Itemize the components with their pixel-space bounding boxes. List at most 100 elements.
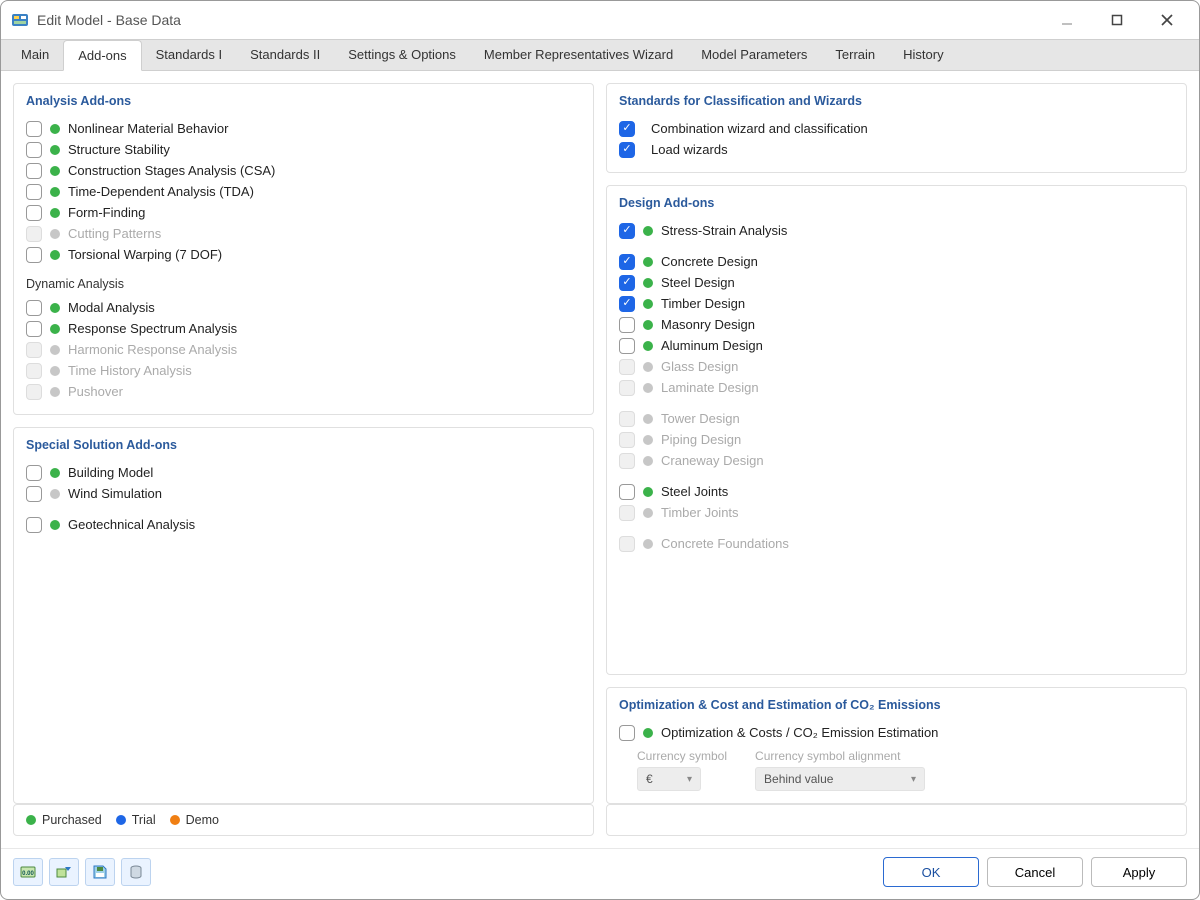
checkbox-building[interactable] bbox=[26, 465, 42, 481]
dialog-title: Edit Model - Base Data bbox=[37, 12, 1051, 28]
status-dot-icon bbox=[643, 414, 653, 424]
status-dot-icon bbox=[50, 324, 60, 334]
tabstrip: Main Add-ons Standards I Standards II Se… bbox=[1, 39, 1199, 71]
checkbox-nonlinear[interactable] bbox=[26, 121, 42, 137]
tab-history[interactable]: History bbox=[889, 40, 957, 70]
checkbox-wind[interactable] bbox=[26, 486, 42, 502]
panel-header-analysis: Analysis Add-ons bbox=[26, 94, 581, 108]
panel-optimization-cost: Optimization & Cost and Estimation of CO… bbox=[606, 687, 1187, 804]
opt-nonlinear-material: Nonlinear Material Behavior bbox=[26, 118, 581, 139]
checkbox-steel[interactable] bbox=[619, 275, 635, 291]
app-icon bbox=[11, 11, 29, 29]
legend-label: Trial bbox=[132, 813, 156, 827]
tab-standards-2[interactable]: Standards II bbox=[236, 40, 334, 70]
opt-label: Glass Design bbox=[661, 359, 1174, 374]
tool-units-button[interactable]: 0.00 bbox=[13, 858, 43, 886]
select-currency-alignment[interactable]: Behind value▾ bbox=[755, 767, 925, 791]
checkbox-timehist bbox=[26, 363, 42, 379]
tab-member-rep-wizard[interactable]: Member Representatives Wizard bbox=[470, 40, 687, 70]
checkbox-masonry[interactable] bbox=[619, 317, 635, 333]
chevron-down-icon: ▾ bbox=[687, 774, 692, 785]
opt-label: Building Model bbox=[68, 465, 581, 480]
opt-label: Tower Design bbox=[661, 411, 1174, 426]
opt-glass-design: Glass Design bbox=[619, 356, 1174, 377]
tab-main[interactable]: Main bbox=[7, 40, 63, 70]
opt-modal-analysis: Modal Analysis bbox=[26, 297, 581, 318]
checkbox-modal[interactable] bbox=[26, 300, 42, 316]
tab-settings-options[interactable]: Settings & Options bbox=[334, 40, 470, 70]
tab-model-parameters[interactable]: Model Parameters bbox=[687, 40, 821, 70]
opt-label: Response Spectrum Analysis bbox=[68, 321, 581, 336]
tab-terrain[interactable]: Terrain bbox=[821, 40, 889, 70]
legend-panel: Purchased Trial Demo bbox=[13, 804, 594, 836]
checkbox-torsional[interactable] bbox=[26, 247, 42, 263]
checkbox-load-wizards[interactable] bbox=[619, 142, 635, 158]
status-dot-icon bbox=[50, 250, 60, 260]
tool-database-button[interactable] bbox=[121, 858, 151, 886]
close-button[interactable] bbox=[1151, 6, 1183, 34]
status-dot-icon bbox=[643, 508, 653, 518]
opt-label: Laminate Design bbox=[661, 380, 1174, 395]
checkbox-tda[interactable] bbox=[26, 184, 42, 200]
label-currency-symbol: Currency symbol bbox=[637, 749, 727, 763]
opt-label: Piping Design bbox=[661, 432, 1174, 447]
opt-label: Harmonic Response Analysis bbox=[68, 342, 581, 357]
status-dot-icon bbox=[643, 299, 653, 309]
apply-button[interactable]: Apply bbox=[1091, 857, 1187, 887]
opt-label: Combination wizard and classification bbox=[651, 121, 1174, 136]
checkbox-aluminum[interactable] bbox=[619, 338, 635, 354]
opt-label: Geotechnical Analysis bbox=[68, 517, 581, 532]
opt-steel-joints: Steel Joints bbox=[619, 481, 1174, 502]
checkbox-craneway bbox=[619, 453, 635, 469]
checkbox-stress-strain[interactable] bbox=[619, 223, 635, 239]
maximize-button[interactable] bbox=[1101, 6, 1133, 34]
minimize-button[interactable] bbox=[1051, 6, 1083, 34]
tool-save-button[interactable] bbox=[85, 858, 115, 886]
tool-export-button[interactable] bbox=[49, 858, 79, 886]
opt-label: Time-Dependent Analysis (TDA) bbox=[68, 184, 581, 199]
checkbox-form-finding[interactable] bbox=[26, 205, 42, 221]
window-controls bbox=[1051, 6, 1189, 34]
opt-timber-joints: Timber Joints bbox=[619, 502, 1174, 523]
opt-label: Torsional Warping (7 DOF) bbox=[68, 247, 581, 262]
panel-header-special: Special Solution Add-ons bbox=[26, 438, 581, 452]
status-dot-icon bbox=[50, 520, 60, 530]
checkbox-harmonic bbox=[26, 342, 42, 358]
checkbox-geotech[interactable] bbox=[26, 517, 42, 533]
opt-stress-strain: Stress-Strain Analysis bbox=[619, 220, 1174, 241]
status-dot-icon bbox=[643, 226, 653, 236]
select-currency-symbol[interactable]: €▾ bbox=[637, 767, 701, 791]
opt-concrete-design: Concrete Design bbox=[619, 251, 1174, 272]
checkbox-stability[interactable] bbox=[26, 142, 42, 158]
opt-label: Concrete Foundations bbox=[661, 536, 1174, 551]
checkbox-timber[interactable] bbox=[619, 296, 635, 312]
checkbox-steel-joints[interactable] bbox=[619, 484, 635, 500]
checkbox-pushover bbox=[26, 384, 42, 400]
opt-load-wizards: Load wizards bbox=[619, 139, 1174, 160]
checkbox-csa[interactable] bbox=[26, 163, 42, 179]
ok-button[interactable]: OK bbox=[883, 857, 979, 887]
status-dot-icon bbox=[643, 257, 653, 267]
panel-header-opt: Optimization & Cost and Estimation of CO… bbox=[619, 698, 1174, 712]
checkbox-optimization[interactable] bbox=[619, 725, 635, 741]
tab-standards-1[interactable]: Standards I bbox=[142, 40, 237, 70]
checkbox-concrete[interactable] bbox=[619, 254, 635, 270]
checkbox-response[interactable] bbox=[26, 321, 42, 337]
opt-time-history: Time History Analysis bbox=[26, 360, 581, 381]
tab-addons[interactable]: Add-ons bbox=[63, 40, 141, 71]
opt-label: Steel Joints bbox=[661, 484, 1174, 499]
panel-special-addons: Special Solution Add-ons Building Model … bbox=[13, 427, 594, 804]
opt-tower-design: Tower Design bbox=[619, 408, 1174, 429]
cancel-button[interactable]: Cancel bbox=[987, 857, 1083, 887]
opt-pushover: Pushover bbox=[26, 381, 581, 402]
legend-trial: Trial bbox=[116, 813, 156, 827]
opt-building-model: Building Model bbox=[26, 462, 581, 483]
status-dot-icon bbox=[50, 229, 60, 239]
status-dot-icon bbox=[643, 362, 653, 372]
opt-response-spectrum: Response Spectrum Analysis bbox=[26, 318, 581, 339]
checkbox-combo-wizard[interactable] bbox=[619, 121, 635, 137]
dot-blue-icon bbox=[116, 815, 126, 825]
left-column: Analysis Add-ons Nonlinear Material Beha… bbox=[13, 83, 594, 804]
opt-construction-stages: Construction Stages Analysis (CSA) bbox=[26, 160, 581, 181]
chevron-down-icon: ▾ bbox=[911, 774, 916, 785]
